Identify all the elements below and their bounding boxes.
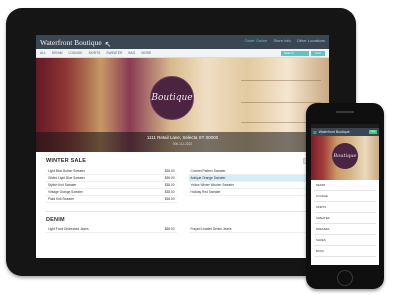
product-name: Light Blue Button Sweater xyxy=(48,169,85,173)
phone-device: ☰ Waterfront Boutique Cart Boutique DENI… xyxy=(306,103,384,289)
section-title-winter-sale: WINTER SALE xyxy=(46,158,87,164)
product-price: $38.00 xyxy=(164,197,175,201)
phone-menu-item-lounge[interactable]: LOUNGE xyxy=(314,191,376,202)
product-price: $38.00 xyxy=(164,176,175,180)
product-price: $38.00 xyxy=(164,183,175,187)
site-title[interactable]: Waterfront Boutique xyxy=(40,38,102,47)
tablet-device: Waterfront Boutique ↖ Order Online Store… xyxy=(6,8,356,276)
hero-shelf xyxy=(241,102,321,103)
phone-hero-banner: Boutique xyxy=(311,136,379,180)
product-row[interactable]: Light Front Distressed Jeans $58.00 xyxy=(46,226,177,233)
product-price: $58.00 xyxy=(164,227,175,231)
product-price: $38.00 xyxy=(164,190,175,194)
hero-shelf xyxy=(241,80,321,81)
nav-item-all[interactable]: ALL xyxy=(40,51,46,55)
phone-category-list: DENIM LOUNGE SKIRTS SWEATER DRESSES SHOE… xyxy=(311,180,379,257)
product-name: Gilded Light Blue Sweater xyxy=(48,176,85,180)
store-address-caption: 1111 Retail Lane, Selecta ST 00000 000-1… xyxy=(36,132,329,152)
product-row[interactable]: Stylish Knit Sweater $38.00 xyxy=(46,182,177,189)
phone-home-button[interactable] xyxy=(337,270,353,286)
header-links: Order Online Store Info Other Locations xyxy=(245,38,326,43)
product-name: Vintage Orange Sweater xyxy=(48,190,83,194)
product-name: Plaid Knit Sweater xyxy=(48,197,75,201)
product-row[interactable]: Vintage Orange Sweater $38.00 xyxy=(46,189,177,196)
product-name: Yellow Winter Woolen Sweater xyxy=(190,183,234,187)
product-name: Frayed Leaded Denim Jeans xyxy=(190,227,232,231)
hero-banner: Boutique 1111 Retail Lane, Selecta ST 00… xyxy=(36,58,329,152)
search-button[interactable]: Search xyxy=(281,51,309,56)
phone-menu-item-dresses[interactable]: DRESSES xyxy=(314,224,376,235)
phone-site-header: ☰ Waterfront Boutique Cart xyxy=(311,128,379,136)
cart-button[interactable]: Cart xyxy=(311,51,325,56)
product-name: Holiday Red Sweater xyxy=(190,190,221,194)
product-name: Light Front Distressed Jeans xyxy=(48,227,89,231)
phone-cart-button[interactable]: Cart xyxy=(369,130,377,134)
product-row[interactable]: Yellow Winter Woolen Sweater$38.00 xyxy=(188,182,319,189)
product-row[interactable]: Crochet Pattern Sweater$38.00 xyxy=(188,168,319,175)
phone-menu-item-shoes[interactable]: SHOES xyxy=(314,235,376,246)
product-row[interactable]: Frayed Leaded Denim Jeans$78.00 xyxy=(188,226,319,233)
phone-menu-item-skirts[interactable]: SKIRTS xyxy=(314,202,376,213)
nav-item-sweater[interactable]: SWEATER xyxy=(106,51,122,55)
hamburger-menu-icon[interactable]: ☰ xyxy=(313,130,317,135)
denim-section: DENIM Light Front Distressed Jeans $58.00… xyxy=(46,211,319,233)
phone-site-title[interactable]: Waterfront Boutique xyxy=(319,130,350,134)
phone-menu-item-denim[interactable]: DENIM xyxy=(314,180,376,191)
logo-text: Boutique xyxy=(151,93,193,103)
product-column-left: Light Blue Button Sweater $38.00 Gilded L… xyxy=(46,168,177,203)
winter-sale-table: Light Blue Button Sweater $38.00 Gilded L… xyxy=(46,168,319,203)
product-row[interactable]: Holiday Red Sweater$38.00 xyxy=(188,189,319,196)
order-online-link[interactable]: Order Online xyxy=(245,38,268,43)
section-title-denim: DENIM xyxy=(46,217,65,223)
phone-boutique-logo: Boutique xyxy=(332,143,358,169)
product-column-right: Crochet Pattern Sweater$38.00 Antique Or… xyxy=(188,168,319,203)
phone-screen: ☰ Waterfront Boutique Cart Boutique DENI… xyxy=(311,124,379,265)
product-name: Stylish Knit Sweater xyxy=(48,183,77,187)
cursor-icon: ↖ xyxy=(104,39,112,49)
store-info-link[interactable]: Store Info xyxy=(273,38,290,43)
phone-menu-item-sweater[interactable]: SWEATER xyxy=(314,213,376,224)
product-row[interactable]: Plaid Knit Sweater $38.00 xyxy=(46,196,177,203)
product-name: Crochet Pattern Sweater xyxy=(190,169,226,173)
boutique-logo: Boutique xyxy=(150,76,194,120)
nav-item-denim[interactable]: DENIM xyxy=(52,51,63,55)
nav-item-lounge[interactable]: LOUNGE xyxy=(69,51,83,55)
product-listing: WINTER SALE Light Blue Button Sweater $38… xyxy=(36,152,329,233)
nav-item-more[interactable]: MORE xyxy=(141,51,151,55)
store-address: 1111 Retail Lane, Selecta ST 00000 xyxy=(146,135,219,140)
denim-table: Light Front Distressed Jeans $58.00 Fraye… xyxy=(46,226,319,233)
phone-menu-item-bags[interactable]: BAGS xyxy=(314,246,376,257)
site-header: Waterfront Boutique ↖ Order Online Store… xyxy=(36,35,329,49)
product-price: $38.00 xyxy=(164,169,175,173)
phone-logo-text: Boutique xyxy=(333,153,357,159)
phone-speaker xyxy=(336,111,354,113)
category-nav: ALL DENIM LOUNGE SKIRTS SWEATER BAG MORE… xyxy=(36,49,329,58)
product-name: Antique Orange Sweater xyxy=(190,176,226,180)
store-phone: 000-111-2222 xyxy=(172,142,193,146)
tablet-screen: Waterfront Boutique ↖ Order Online Store… xyxy=(36,35,329,258)
product-row[interactable]: Light Blue Button Sweater $38.00 xyxy=(46,168,177,175)
other-locations-link[interactable]: Other Locations xyxy=(297,38,325,43)
product-row-highlighted[interactable]: Antique Orange Sweater$27.00 xyxy=(188,175,319,182)
product-row[interactable]: Gilded Light Blue Sweater $38.00 xyxy=(46,175,177,182)
nav-item-bag[interactable]: BAG xyxy=(128,51,135,55)
nav-item-skirts[interactable]: SKIRTS xyxy=(88,51,100,55)
